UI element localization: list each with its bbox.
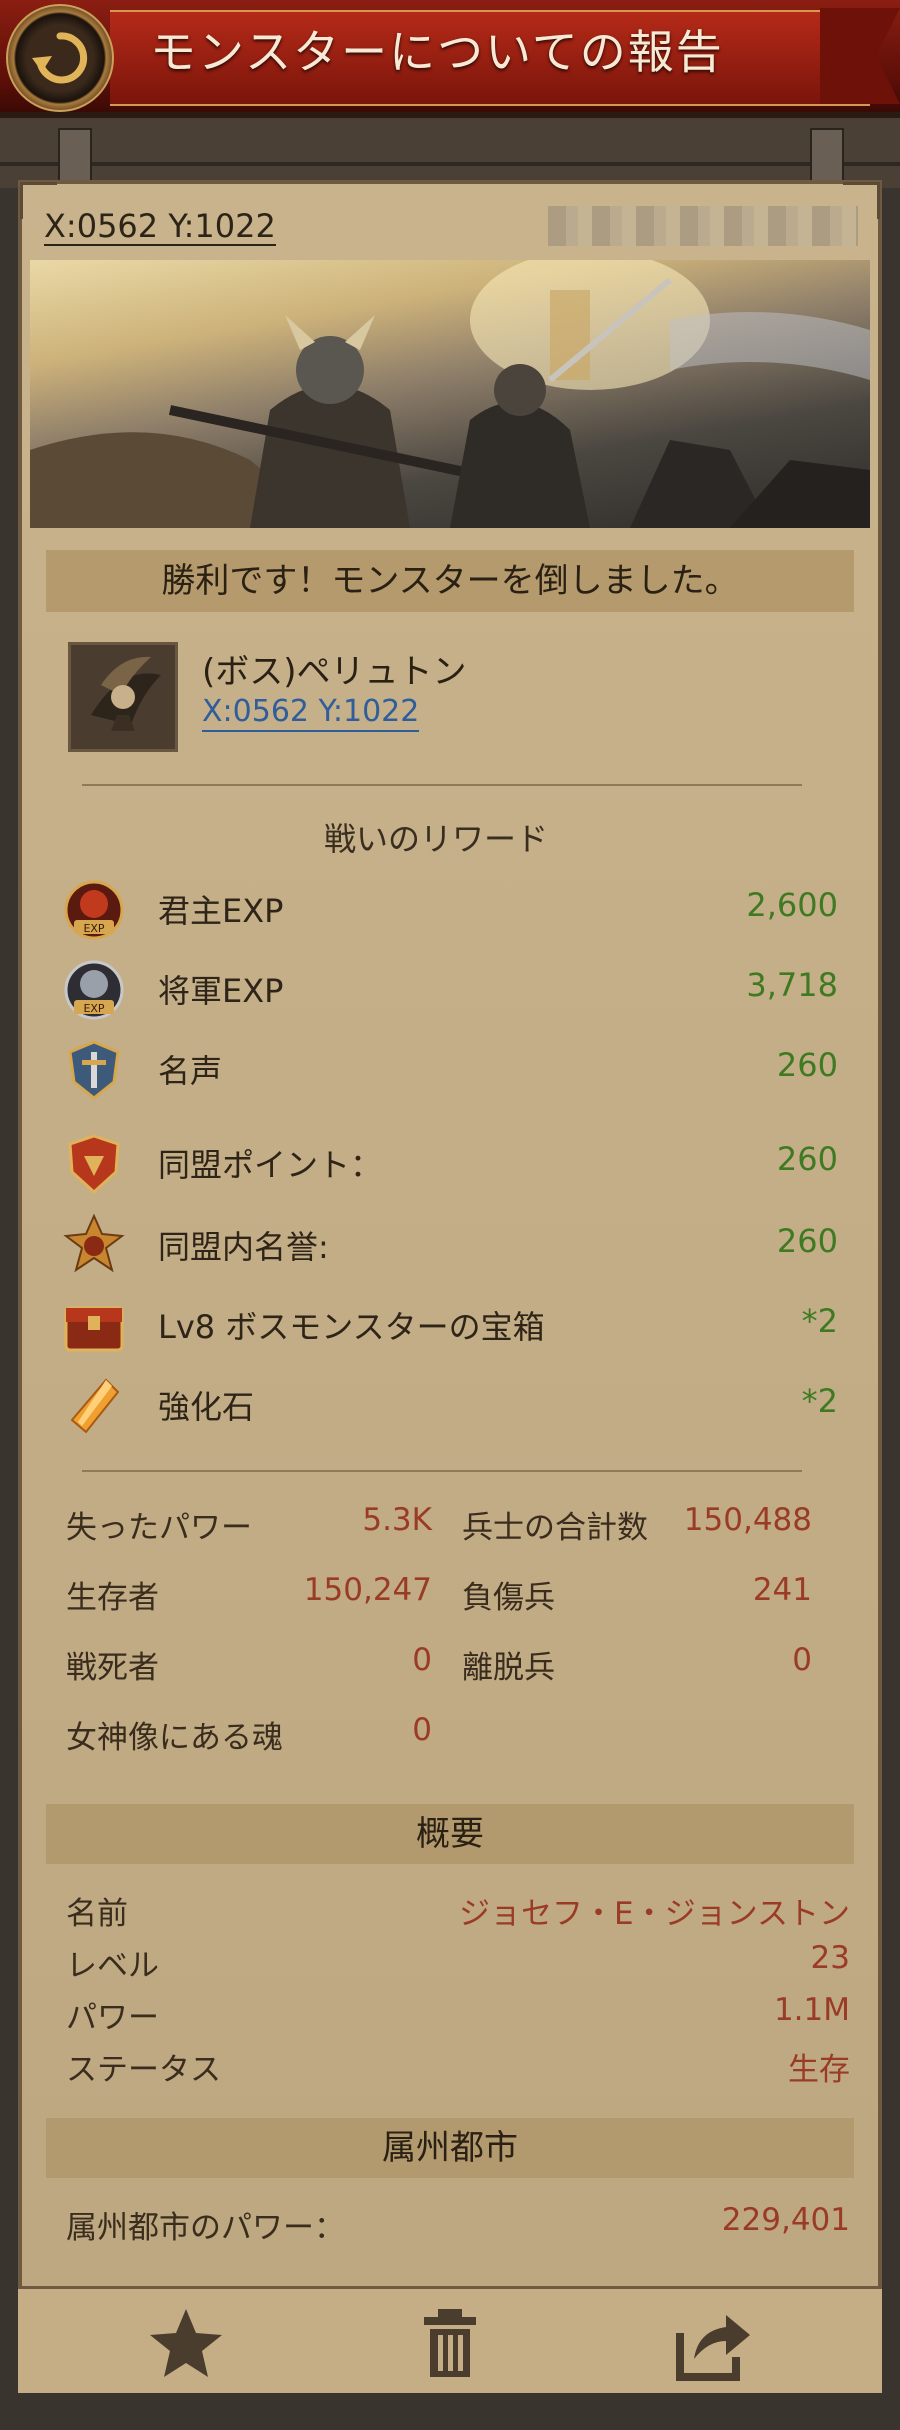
svg-text:EXP: EXP xyxy=(83,1002,104,1015)
back-arrow-icon xyxy=(32,32,88,84)
summary-status-value: 生存 xyxy=(788,2052,850,2088)
reward-value: *2 xyxy=(801,1382,838,1420)
report-timestamp-blurred xyxy=(548,206,858,246)
boss-name: (ボス)ペリュトン xyxy=(202,652,467,692)
favorite-button[interactable] xyxy=(146,2305,226,2381)
reward-label: 名声 xyxy=(158,1052,223,1090)
fame-icon xyxy=(68,1040,120,1100)
reward-label: Lv8 ボスモンスターの宝箱 xyxy=(158,1308,545,1346)
reward-label: 同盟ポイント： xyxy=(158,1146,383,1184)
reward-value: 3,718 xyxy=(746,966,838,1004)
reward-value: 2,600 xyxy=(746,886,838,924)
deserters-label: 離脱兵 xyxy=(462,1650,555,1686)
summary-power-value: 1.1M xyxy=(773,1992,850,2028)
lord-exp-icon: EXP xyxy=(64,880,124,940)
back-button[interactable] xyxy=(6,4,114,112)
reward-label: 同盟内名誉: xyxy=(158,1228,329,1266)
summary-power-label: パワー xyxy=(66,2000,159,2036)
alliance-honor-icon xyxy=(63,1214,125,1273)
trash-icon xyxy=(424,2309,476,2377)
deserters-value: 0 xyxy=(792,1642,812,1678)
summary-heading: 概要 xyxy=(46,1804,854,1864)
reward-row-fame: 名声 260 xyxy=(62,1034,838,1104)
app-frame: モンスターについての報告 X:0562 Y:1022 勝利です！モンスターを倒し… xyxy=(0,0,900,2430)
dead-label: 戦死者 xyxy=(66,1650,159,1686)
summary-level-label: レベル xyxy=(66,1948,159,1984)
star-icon xyxy=(150,2309,222,2377)
reward-row-alliance-honor: 同盟内名誉: 260 xyxy=(62,1210,838,1280)
header-rail xyxy=(0,118,900,188)
battle-banner-image xyxy=(30,260,870,528)
svg-text:EXP: EXP xyxy=(83,922,104,935)
survivors-label: 生存者 xyxy=(66,1580,159,1616)
survivors-value: 150,247 xyxy=(303,1572,432,1608)
rewards-heading: 戦いのリワード xyxy=(323,820,548,858)
rail-hanger-left xyxy=(58,128,92,186)
boss-coords-link[interactable]: X:0562 Y:1022 xyxy=(202,694,420,732)
reward-row-general-exp: EXP 将軍EXP 3,718 xyxy=(62,954,838,1024)
battle-scene-art xyxy=(30,260,870,528)
reward-row-enhancement-stone: 強化石 *2 xyxy=(62,1370,838,1440)
alliance-points-icon xyxy=(68,1134,120,1195)
souls-value: 0 xyxy=(412,1712,432,1748)
rail-hanger-right xyxy=(810,128,844,186)
lost-power-value: 5.3K xyxy=(362,1502,432,1538)
victory-message: 勝利です！モンスターを倒しました。 xyxy=(46,550,854,612)
header: モンスターについての報告 xyxy=(0,0,900,118)
reward-value: 260 xyxy=(776,1046,838,1084)
bottom-toolbar xyxy=(18,2286,882,2393)
summary-name-label: 名前 xyxy=(66,1896,128,1932)
summary-level-value: 23 xyxy=(810,1940,850,1976)
peryton-icon xyxy=(71,645,175,749)
report-coords-link[interactable]: X:0562 Y:1022 xyxy=(44,208,276,246)
lost-power-label: 失ったパワー xyxy=(66,1510,252,1546)
city-heading: 属州都市 xyxy=(46,2118,854,2178)
share-icon xyxy=(676,2315,750,2381)
general-exp-icon: EXP xyxy=(64,960,124,1020)
page-title: モンスターについての報告 xyxy=(150,25,724,79)
reward-row-treasure-chest: Lv8 ボスモンスターの宝箱 *2 xyxy=(62,1290,838,1360)
header-flag xyxy=(820,8,900,104)
souls-label: 女神像にある魂 xyxy=(66,1720,283,1756)
report-panel: X:0562 Y:1022 勝利です！モンスターを倒しました。 (ボス)ペリュト… xyxy=(18,180,882,2390)
total-troops-label: 兵士の合計数 xyxy=(462,1510,648,1546)
reward-value: 260 xyxy=(776,1140,838,1178)
wounded-label: 負傷兵 xyxy=(462,1580,555,1616)
wounded-value: 241 xyxy=(752,1572,812,1608)
boss-portrait[interactable] xyxy=(68,642,178,752)
reward-row-alliance-points: 同盟ポイント： 260 xyxy=(62,1128,838,1198)
reward-label: 強化石 xyxy=(158,1388,255,1426)
city-power-label: 属州都市のパワー： xyxy=(66,2210,345,2246)
dead-value: 0 xyxy=(412,1642,432,1678)
reward-value: 260 xyxy=(776,1222,838,1260)
share-button[interactable] xyxy=(674,2305,754,2381)
reward-label: 君主EXP xyxy=(158,892,284,930)
treasure-chest-icon xyxy=(64,1306,124,1352)
divider xyxy=(82,784,802,786)
summary-status-label: ステータス xyxy=(66,2052,221,2088)
city-power-value: 229,401 xyxy=(721,2202,850,2238)
summary-name-value: ジョセフ・E・ジョンストン xyxy=(459,1896,850,1932)
reward-value: *2 xyxy=(801,1302,838,1340)
total-troops-value: 150,488 xyxy=(683,1502,812,1538)
enhancement-stone-icon xyxy=(70,1378,120,1434)
reward-label: 将軍EXP xyxy=(158,972,284,1010)
divider xyxy=(82,1470,802,1472)
reward-row-lord-exp: EXP 君主EXP 2,600 xyxy=(62,874,838,944)
delete-button[interactable] xyxy=(410,2305,490,2381)
